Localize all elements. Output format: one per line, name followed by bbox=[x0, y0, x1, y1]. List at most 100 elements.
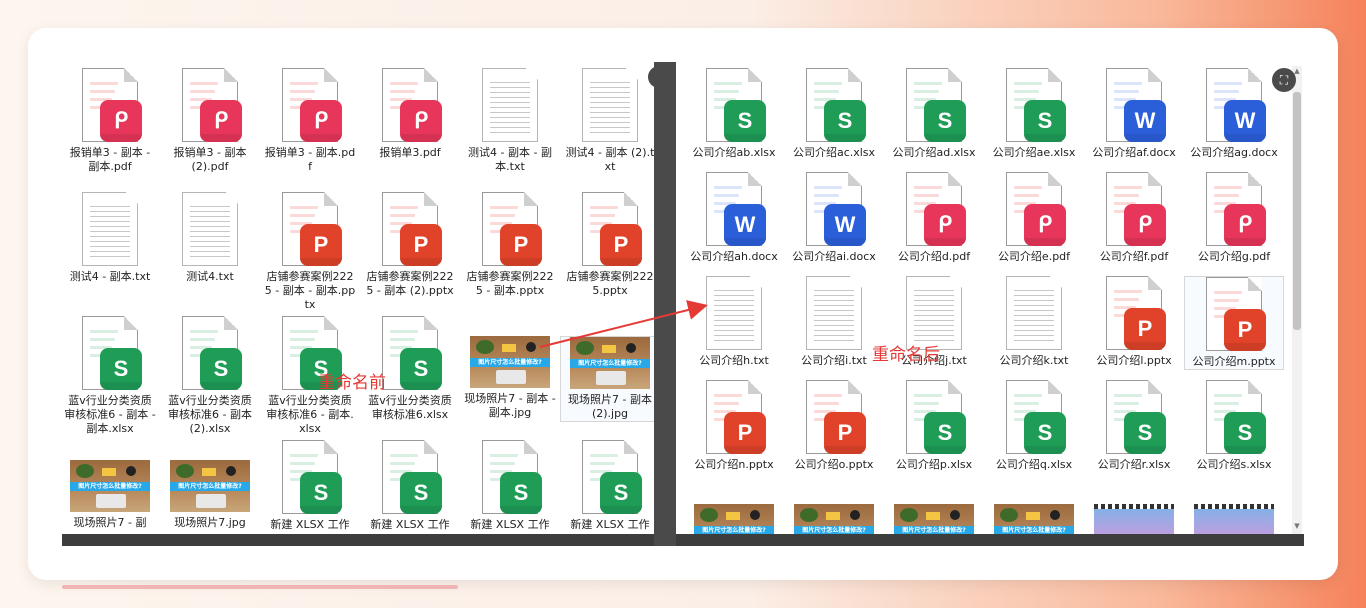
docx-file-icon: W bbox=[806, 172, 866, 246]
video-thumbnail: ▶ bbox=[1194, 504, 1274, 534]
pdf-file-icon: ᑭ bbox=[382, 68, 442, 142]
file-item[interactable]: S 公司介绍s.xlsx bbox=[1184, 380, 1284, 472]
file-item[interactable]: ᑭ 报销单3 - 副本.pdf bbox=[260, 68, 360, 174]
file-item[interactable]: S 公司介绍ac.xlsx bbox=[784, 68, 884, 160]
pdf-file-icon: ᑭ bbox=[906, 172, 966, 246]
xlsx-file-icon: S bbox=[1006, 380, 1066, 454]
file-name-label: 公司介绍f.pdf bbox=[1099, 250, 1169, 263]
file-item[interactable]: 图片尺寸怎么批量修改? 现场照片7 - 副本 - 副本.jpg bbox=[460, 336, 560, 420]
file-name-label: 公司介绍ai.docx bbox=[792, 250, 876, 263]
file-name-label: 公司介绍ah.docx bbox=[690, 250, 778, 263]
file-item[interactable]: 公司介绍k.txt bbox=[984, 276, 1084, 368]
left-pane-bottom-strip bbox=[62, 534, 654, 546]
file-item[interactable]: S 公司介绍ae.xlsx bbox=[984, 68, 1084, 160]
file-item[interactable]: 图片尺寸怎么批量修改? bbox=[684, 504, 784, 534]
text-file-icon bbox=[482, 68, 538, 142]
text-file-icon bbox=[806, 276, 862, 350]
docx-file-icon: W bbox=[1106, 68, 1166, 142]
zoom-fit-icon[interactable]: ⛶ bbox=[1272, 68, 1296, 92]
file-item[interactable]: W 公司介绍ai.docx bbox=[784, 172, 884, 264]
file-item[interactable]: P 公司介绍l.pptx bbox=[1084, 276, 1184, 368]
file-item[interactable]: S 公司介绍r.xlsx bbox=[1084, 380, 1184, 472]
left-pane-zoom-tab[interactable] bbox=[648, 66, 664, 88]
pptx-file-icon: P bbox=[706, 380, 766, 454]
photo-thumbnail: 图片尺寸怎么批量修改? bbox=[570, 337, 650, 389]
file-name-label: 公司介绍e.pdf bbox=[997, 250, 1071, 263]
file-name-label: 蓝v行业分类资质审核标准6.xlsx bbox=[368, 394, 452, 421]
file-item[interactable]: 图片尺寸怎么批量修改? 现场照片7 - 副 bbox=[62, 460, 160, 530]
pptx-file-icon: P bbox=[482, 192, 542, 266]
photo-thumbnail: 图片尺寸怎么批量修改? bbox=[894, 504, 974, 534]
file-item[interactable]: P 店铺参赛案例2225 - 副本 (2).pptx bbox=[360, 192, 460, 298]
file-item[interactable]: ▶ bbox=[1184, 504, 1284, 534]
file-item[interactable]: P 公司介绍n.pptx bbox=[684, 380, 784, 472]
file-item[interactable]: S 蓝v行业分类资质审核标准6 - 副本 - 副本.xlsx bbox=[62, 316, 160, 436]
file-name-label: 报销单3 - 副本 - 副本.pdf bbox=[69, 146, 151, 173]
xlsx-file-icon: S bbox=[282, 440, 342, 514]
file-name-label: 现场照片7 - 副本 - 副本.jpg bbox=[464, 392, 556, 419]
file-item[interactable]: P 店铺参赛案例2225 - 副本.pptx bbox=[460, 192, 560, 298]
file-name-label: 现场照片7 - 副本 (2).jpg bbox=[568, 393, 652, 420]
text-file-icon bbox=[1006, 276, 1062, 350]
file-item[interactable]: S 公司介绍ad.xlsx bbox=[884, 68, 984, 160]
file-item[interactable]: 图片尺寸怎么批量修改? 现场照片7 - 副本 (2).jpg bbox=[560, 336, 654, 422]
file-item[interactable]: S 新建 XLSX 工作 bbox=[360, 440, 460, 532]
file-item[interactable]: ᑭ 公司介绍g.pdf bbox=[1184, 172, 1284, 264]
chevron-down-icon[interactable]: ▼ bbox=[1292, 521, 1302, 531]
file-name-label: 公司介绍ad.xlsx bbox=[892, 146, 976, 159]
file-item[interactable]: S 公司介绍q.xlsx bbox=[984, 380, 1084, 472]
file-item[interactable]: S 新建 XLSX 工作 bbox=[260, 440, 360, 532]
file-item[interactable]: P 公司介绍o.pptx bbox=[784, 380, 884, 472]
file-item[interactable]: P 店铺参赛案例2225.pptx bbox=[560, 192, 654, 298]
file-item[interactable]: S 蓝v行业分类资质审核标准6 - 副本 (2).xlsx bbox=[160, 316, 260, 436]
file-item[interactable]: P 公司介绍m.pptx bbox=[1184, 276, 1284, 370]
file-item[interactable]: S 新建 XLSX 工作 bbox=[460, 440, 560, 532]
file-item[interactable]: ᑭ 报销单3 - 副本 - 副本.pdf bbox=[62, 68, 160, 174]
pdf-file-icon: ᑭ bbox=[1106, 172, 1166, 246]
file-item[interactable]: 公司介绍i.txt bbox=[784, 276, 884, 368]
file-item[interactable]: 测试4.txt bbox=[160, 192, 260, 284]
right-pane-scrollbar-thumb[interactable] bbox=[1293, 92, 1301, 330]
file-item[interactable]: 测试4 - 副本 - 副本.txt bbox=[460, 68, 560, 174]
file-name-label: 报销单3.pdf bbox=[379, 146, 441, 159]
xlsx-file-icon: S bbox=[1106, 380, 1166, 454]
file-name-label: 店铺参赛案例2225.pptx bbox=[566, 270, 654, 297]
file-name-label: 新建 XLSX 工作 bbox=[370, 518, 450, 531]
xlsx-file-icon: S bbox=[82, 316, 142, 390]
file-item[interactable]: W 公司介绍ah.docx bbox=[684, 172, 784, 264]
file-item[interactable]: 测试4 - 副本 (2).txt bbox=[560, 68, 654, 174]
xlsx-file-icon: S bbox=[482, 440, 542, 514]
file-name-label: 公司介绍q.xlsx bbox=[995, 458, 1073, 471]
file-item[interactable]: ▶ bbox=[1084, 504, 1184, 534]
file-item[interactable]: ᑭ 公司介绍d.pdf bbox=[884, 172, 984, 264]
file-item[interactable]: ᑭ 报销单3.pdf bbox=[360, 68, 460, 160]
xlsx-file-icon: S bbox=[906, 380, 966, 454]
pdf-file-icon: ᑭ bbox=[82, 68, 142, 142]
file-item[interactable]: S 新建 XLSX 工作 bbox=[560, 440, 654, 532]
file-name-label: 店铺参赛案例2225 - 副本.pptx bbox=[466, 270, 554, 297]
file-item[interactable]: S 公司介绍p.xlsx bbox=[884, 380, 984, 472]
before-rename-file-pane: ᑭ 报销单3 - 副本 - 副本.pdf ᑭ 报销单3 - 副本 (2).pdf ᑭ 报销… bbox=[62, 62, 654, 546]
xlsx-file-icon: S bbox=[806, 68, 866, 142]
file-name-label: 公司介绍k.txt bbox=[999, 354, 1069, 367]
file-item[interactable]: 图片尺寸怎么批量修改? 现场照片7.jpg bbox=[160, 460, 260, 530]
pdf-file-icon: ᑭ bbox=[282, 68, 342, 142]
file-item[interactable]: S 公司介绍ab.xlsx bbox=[684, 68, 784, 160]
file-item[interactable]: ᑭ 报销单3 - 副本 (2).pdf bbox=[160, 68, 260, 174]
file-item[interactable]: 公司介绍h.txt bbox=[684, 276, 784, 368]
file-item[interactable]: 图片尺寸怎么批量修改? bbox=[784, 504, 884, 534]
file-item[interactable]: 图片尺寸怎么批量修改? bbox=[984, 504, 1084, 534]
file-name-label: 公司介绍i.txt bbox=[801, 354, 867, 367]
file-item[interactable]: W 公司介绍ag.docx bbox=[1184, 68, 1284, 160]
file-item[interactable]: 图片尺寸怎么批量修改? bbox=[884, 504, 984, 534]
file-item[interactable]: ᑭ 公司介绍f.pdf bbox=[1084, 172, 1184, 264]
docx-file-icon: W bbox=[706, 172, 766, 246]
file-item[interactable]: 测试4 - 副本.txt bbox=[62, 192, 160, 284]
xlsx-file-icon: S bbox=[706, 68, 766, 142]
pptx-file-icon: P bbox=[382, 192, 442, 266]
file-item[interactable]: P 店铺参赛案例2225 - 副本 - 副本.pptx bbox=[260, 192, 360, 312]
file-item[interactable]: ᑭ 公司介绍e.pdf bbox=[984, 172, 1084, 264]
file-name-label: 新建 XLSX 工作 bbox=[270, 518, 350, 531]
xlsx-file-icon: S bbox=[906, 68, 966, 142]
file-item[interactable]: W 公司介绍af.docx bbox=[1084, 68, 1184, 160]
